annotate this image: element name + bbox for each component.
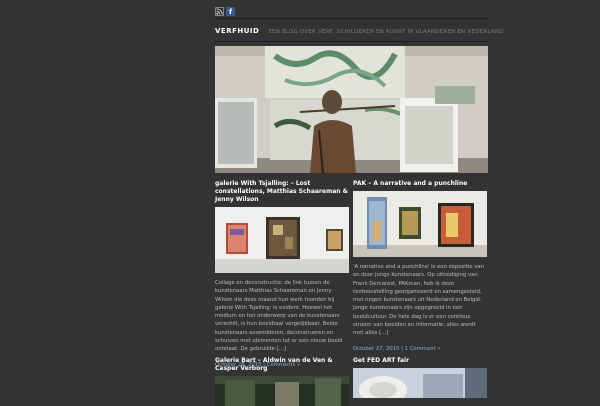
site-header: VERFHUID EEN BLOG OVER VERF, SCHILDEREN …	[215, 27, 505, 35]
post-thumbnail[interactable]	[215, 207, 349, 273]
social-icons: f	[215, 7, 235, 17]
post-thumbnail[interactable]	[353, 191, 487, 257]
post-thumbnail[interactable]	[215, 376, 349, 406]
post-title[interactable]: Get FED ART fair	[353, 357, 487, 365]
rss-icon[interactable]	[215, 7, 224, 16]
hero-image[interactable]	[215, 46, 488, 173]
post-card: Galerie Bart – Aldwin van de Ven & Caspe…	[215, 357, 349, 406]
post-excerpt: 'A narrative and a punchline' is een exp…	[353, 264, 484, 337]
comments-link[interactable]: 1 Comment »	[405, 346, 441, 352]
post-excerpt: Collage en deconstructie: de link tussen…	[215, 280, 343, 353]
top-divider	[215, 18, 488, 19]
site-tagline: EEN BLOG OVER VERF, SCHILDEREN EN KUNST …	[268, 29, 506, 35]
site-title[interactable]: VERFHUID	[215, 27, 259, 35]
facebook-icon[interactable]: f	[226, 7, 235, 16]
post-card: galerie With Tsjalling: – Lost constella…	[215, 180, 349, 368]
post-title[interactable]: Galerie Bart – Aldwin van de Ven & Caspe…	[215, 357, 349, 373]
post-title[interactable]: PAK – A narrative and a punchline	[353, 180, 487, 188]
post-card: PAK – A narrative and a punchline 'A nar…	[353, 180, 487, 352]
post-thumbnail[interactable]	[353, 368, 487, 398]
post-meta: October 27, 2015 | 1 Comment »	[353, 346, 487, 352]
post-card: Get FED ART fair	[353, 357, 487, 398]
post-title[interactable]: galerie With Tsjalling: – Lost constella…	[215, 180, 349, 204]
post-date[interactable]: October 27, 2015	[353, 346, 399, 352]
header-divider	[215, 41, 488, 42]
meta-separator: |	[401, 345, 403, 352]
